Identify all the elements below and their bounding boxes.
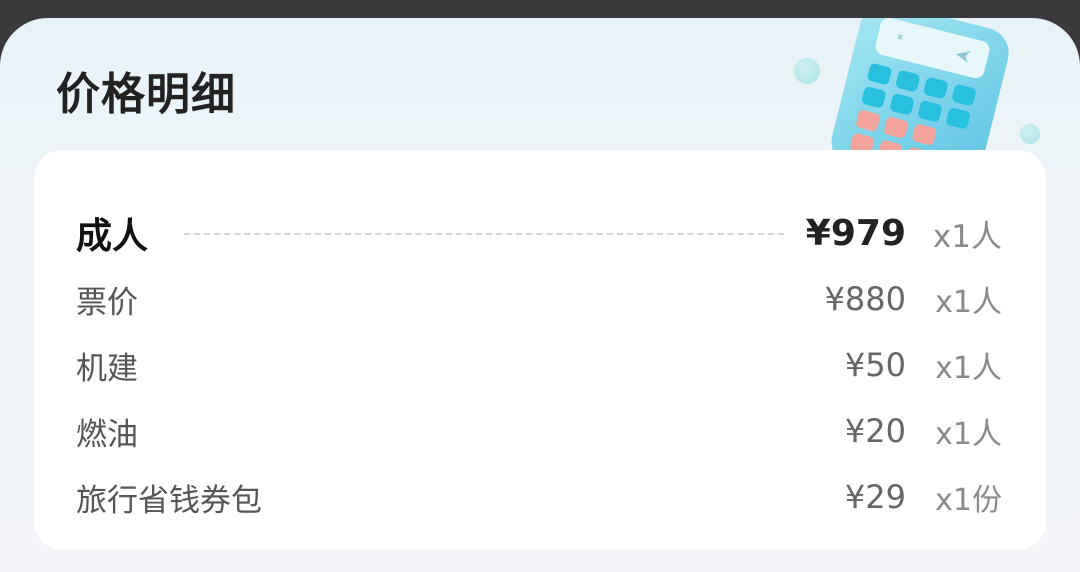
sheet-title: 价格明细 xyxy=(56,69,236,120)
price-row-coupon-pack: 旅行省钱券包 ¥29 x1份 xyxy=(76,472,1002,522)
price-breakdown-card: 成人 ¥979 x1人 票价 ¥880 x1人 机建 ¥50 x1人 燃油 ¥2… xyxy=(34,150,1046,550)
row-label: 旅行省钱券包 xyxy=(76,482,262,519)
row-quantity: x1人 xyxy=(935,417,1002,452)
price-row-ticket: 票价 ¥880 x1人 xyxy=(76,274,1002,324)
row-quantity: x1份 xyxy=(935,483,1002,518)
row-label: 票价 xyxy=(76,284,138,321)
decor-bubble xyxy=(794,58,820,84)
calculator-icon xyxy=(831,18,1009,170)
row-quantity: x1人 xyxy=(935,351,1002,386)
row-price: ¥50 xyxy=(844,346,906,384)
row-price: ¥880 xyxy=(824,280,906,318)
decor-bubble xyxy=(1020,124,1040,144)
row-quantity: x1人 xyxy=(932,218,1002,255)
price-row-adult: 成人 ¥979 x1人 xyxy=(76,208,1002,258)
row-price: ¥20 xyxy=(844,412,906,450)
row-label: 成人 xyxy=(76,216,149,257)
price-row-airport-fee: 机建 ¥50 x1人 xyxy=(76,340,1002,390)
row-label: 燃油 xyxy=(76,416,138,453)
price-row-fuel: 燃油 ¥20 x1人 xyxy=(76,406,1002,456)
dashed-leader-line xyxy=(184,233,784,235)
price-detail-sheet: 价格明细 成人 ¥979 x1人 票价 ¥880 x1人 机建 ¥50 x1人 … xyxy=(0,18,1080,572)
row-price: ¥979 xyxy=(805,212,906,254)
row-label: 机建 xyxy=(76,350,138,387)
row-price: ¥29 xyxy=(844,478,906,516)
row-quantity: x1人 xyxy=(935,285,1002,320)
